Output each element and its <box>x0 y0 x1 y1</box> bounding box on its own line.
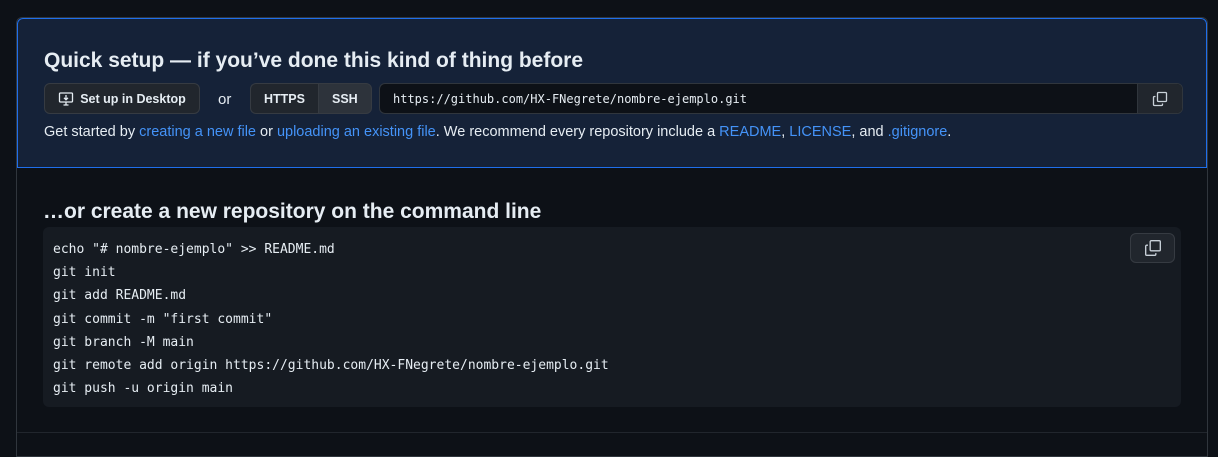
help-suffix: . <box>947 124 952 140</box>
setup-in-desktop-label: Set up in Desktop <box>80 91 186 106</box>
or-separator: or <box>218 91 232 108</box>
code-line: echo "# nombre-ejemplo" >> README.md <box>53 242 335 257</box>
help-or: or <box>255 124 277 140</box>
code-line: git remote add origin https://github.com… <box>53 358 609 374</box>
help-recommend: . We recommend every repository include … <box>435 124 720 140</box>
command-code-block: echo "# nombre-ejemplo" >> README.md git… <box>43 227 1181 407</box>
help-sep2: , and <box>851 124 888 140</box>
clone-url-text[interactable]: https://github.com/HX-FNegrete/nombre-ej… <box>380 92 1137 106</box>
license-link[interactable]: LICENSE <box>789 124 851 140</box>
copy-url-button[interactable] <box>1137 84 1182 113</box>
readme-link[interactable]: README <box>719 124 781 140</box>
quick-setup-help-text: Get started by creating a new file or up… <box>44 124 951 140</box>
uploading-existing-file-link[interactable]: uploading an existing file <box>277 124 436 140</box>
command-line-title: …or create a new repository on the comma… <box>43 200 542 223</box>
desktop-download-icon <box>58 91 74 107</box>
section-divider <box>17 432 1207 433</box>
quick-setup-title: Quick setup — if you’ve done this kind o… <box>44 49 584 72</box>
repo-setup-panel: Quick setup — if you’ve done this kind o… <box>16 17 1208 457</box>
protocol-toggle: HTTPS SSH <box>250 83 372 114</box>
code-line: git init <box>53 265 116 281</box>
ssh-button[interactable]: SSH <box>317 83 372 114</box>
clone-url-field[interactable]: https://github.com/HX-FNegrete/nombre-ej… <box>379 83 1183 114</box>
code-line: git add README.md <box>53 288 187 304</box>
code-line: git branch -M main <box>53 334 194 350</box>
setup-in-desktop-button[interactable]: Set up in Desktop <box>44 83 200 114</box>
creating-new-file-link[interactable]: creating a new file <box>139 124 256 140</box>
code-lines: echo "# nombre-ejemplo" >> README.md git… <box>53 238 609 400</box>
copy-icon <box>1144 239 1162 257</box>
copy-commands-button[interactable] <box>1130 233 1175 263</box>
help-prefix: Get started by <box>44 124 140 140</box>
quick-setup-box: Quick setup — if you’ve done this kind o… <box>17 18 1207 168</box>
copy-icon <box>1152 91 1168 107</box>
code-line: git push -u origin main <box>53 381 234 397</box>
gitignore-link[interactable]: .gitignore <box>888 124 948 140</box>
code-line: git commit -m "first commit" <box>53 311 273 327</box>
https-button[interactable]: HTTPS <box>250 83 318 114</box>
